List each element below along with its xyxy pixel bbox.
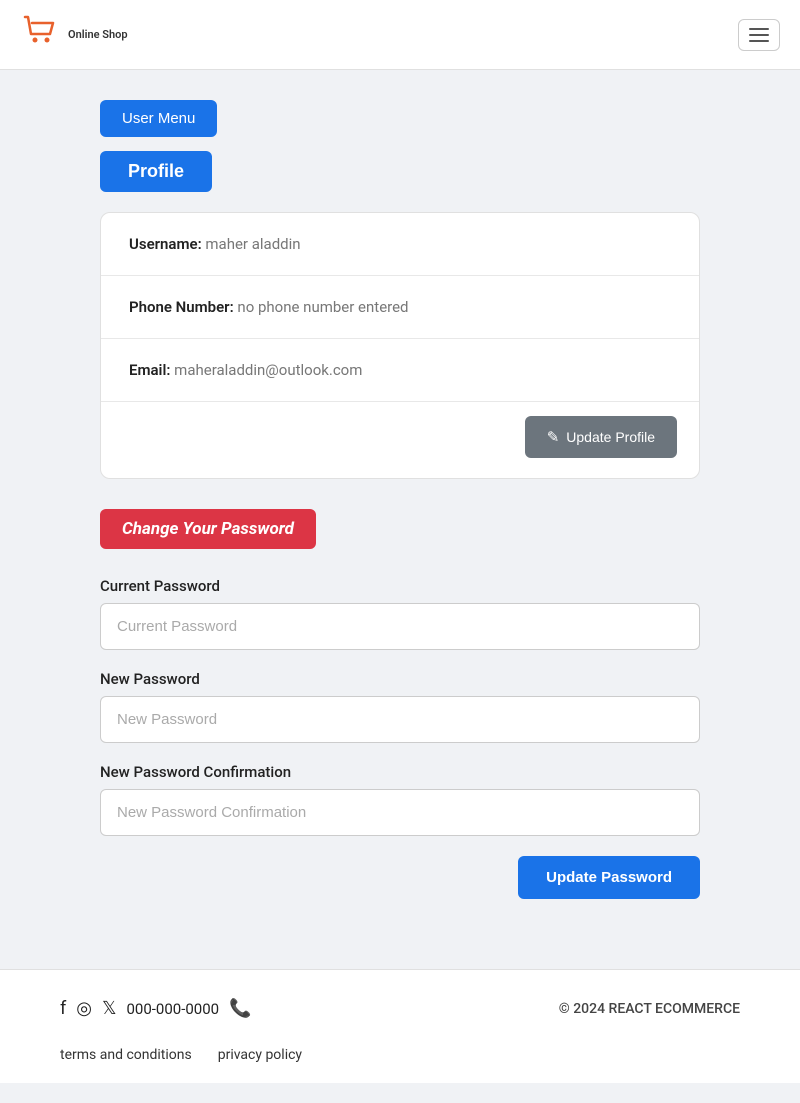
current-password-section: Current Password	[100, 577, 700, 650]
hamburger-button[interactable]	[738, 19, 780, 51]
update-password-button[interactable]: Update Password	[518, 856, 700, 899]
footer-copyright: © 2024 REACT ECOMMERCE	[559, 1001, 740, 1017]
cart-icon	[20, 12, 60, 57]
hamburger-line-1	[749, 28, 769, 30]
profile-card: Username: maher aladdin Phone Number: no…	[100, 212, 700, 479]
navbar: Online Shop	[0, 0, 800, 70]
footer: f ◎ 𝕏 000-000-0000 📞 © 2024 REACT ECOMME…	[0, 969, 800, 1083]
confirm-password-label: New Password Confirmation	[100, 763, 700, 781]
profile-button[interactable]: Profile	[100, 151, 212, 192]
email-label: Email:	[129, 361, 170, 379]
user-menu-button[interactable]: User Menu	[100, 100, 217, 137]
facebook-icon: f	[60, 998, 66, 1019]
phone-icon: 📞	[229, 998, 251, 1019]
edit-icon: ✎	[547, 428, 560, 446]
username-label: Username:	[129, 235, 202, 253]
confirm-password-input[interactable]	[100, 789, 700, 836]
phone-value: no phone number entered	[237, 298, 408, 316]
new-password-label: New Password	[100, 670, 700, 688]
new-password-input[interactable]	[100, 696, 700, 743]
instagram-icon: ◎	[76, 998, 92, 1019]
profile-card-footer: ✎ Update Profile	[101, 402, 699, 478]
hamburger-line-3	[749, 40, 769, 42]
confirm-password-section: New Password Confirmation	[100, 763, 700, 836]
footer-top: f ◎ 𝕏 000-000-0000 📞 © 2024 REACT ECOMME…	[60, 998, 740, 1019]
email-row: Email: maheraladdin@outlook.com	[101, 339, 699, 402]
change-password-section: Change Your Password Current Password Ne…	[100, 509, 700, 899]
logo: Online Shop	[20, 12, 128, 57]
footer-social: f ◎ 𝕏 000-000-0000 📞	[60, 998, 252, 1019]
email-value: maheraladdin@outlook.com	[174, 361, 362, 379]
current-password-label: Current Password	[100, 577, 700, 595]
update-profile-button[interactable]: ✎ Update Profile	[525, 416, 677, 458]
logo-text: Online Shop	[68, 28, 128, 41]
main-content: User Menu Profile Username: maher aladdi…	[0, 70, 800, 929]
privacy-link[interactable]: privacy policy	[218, 1047, 302, 1063]
current-password-input[interactable]	[100, 603, 700, 650]
terms-link[interactable]: terms and conditions	[60, 1047, 192, 1063]
hamburger-line-2	[749, 34, 769, 36]
phone-row: Phone Number: no phone number entered	[101, 276, 699, 339]
update-profile-label: Update Profile	[566, 429, 655, 445]
footer-links: terms and conditions privacy policy	[60, 1037, 740, 1063]
change-password-badge: Change Your Password	[100, 509, 316, 549]
twitter-icon: 𝕏	[102, 998, 117, 1019]
username-value: maher aladdin	[205, 235, 300, 253]
phone-number: 000-000-0000	[127, 1000, 220, 1018]
phone-label: Phone Number:	[129, 298, 234, 316]
new-password-section: New Password	[100, 670, 700, 743]
username-row: Username: maher aladdin	[101, 213, 699, 276]
